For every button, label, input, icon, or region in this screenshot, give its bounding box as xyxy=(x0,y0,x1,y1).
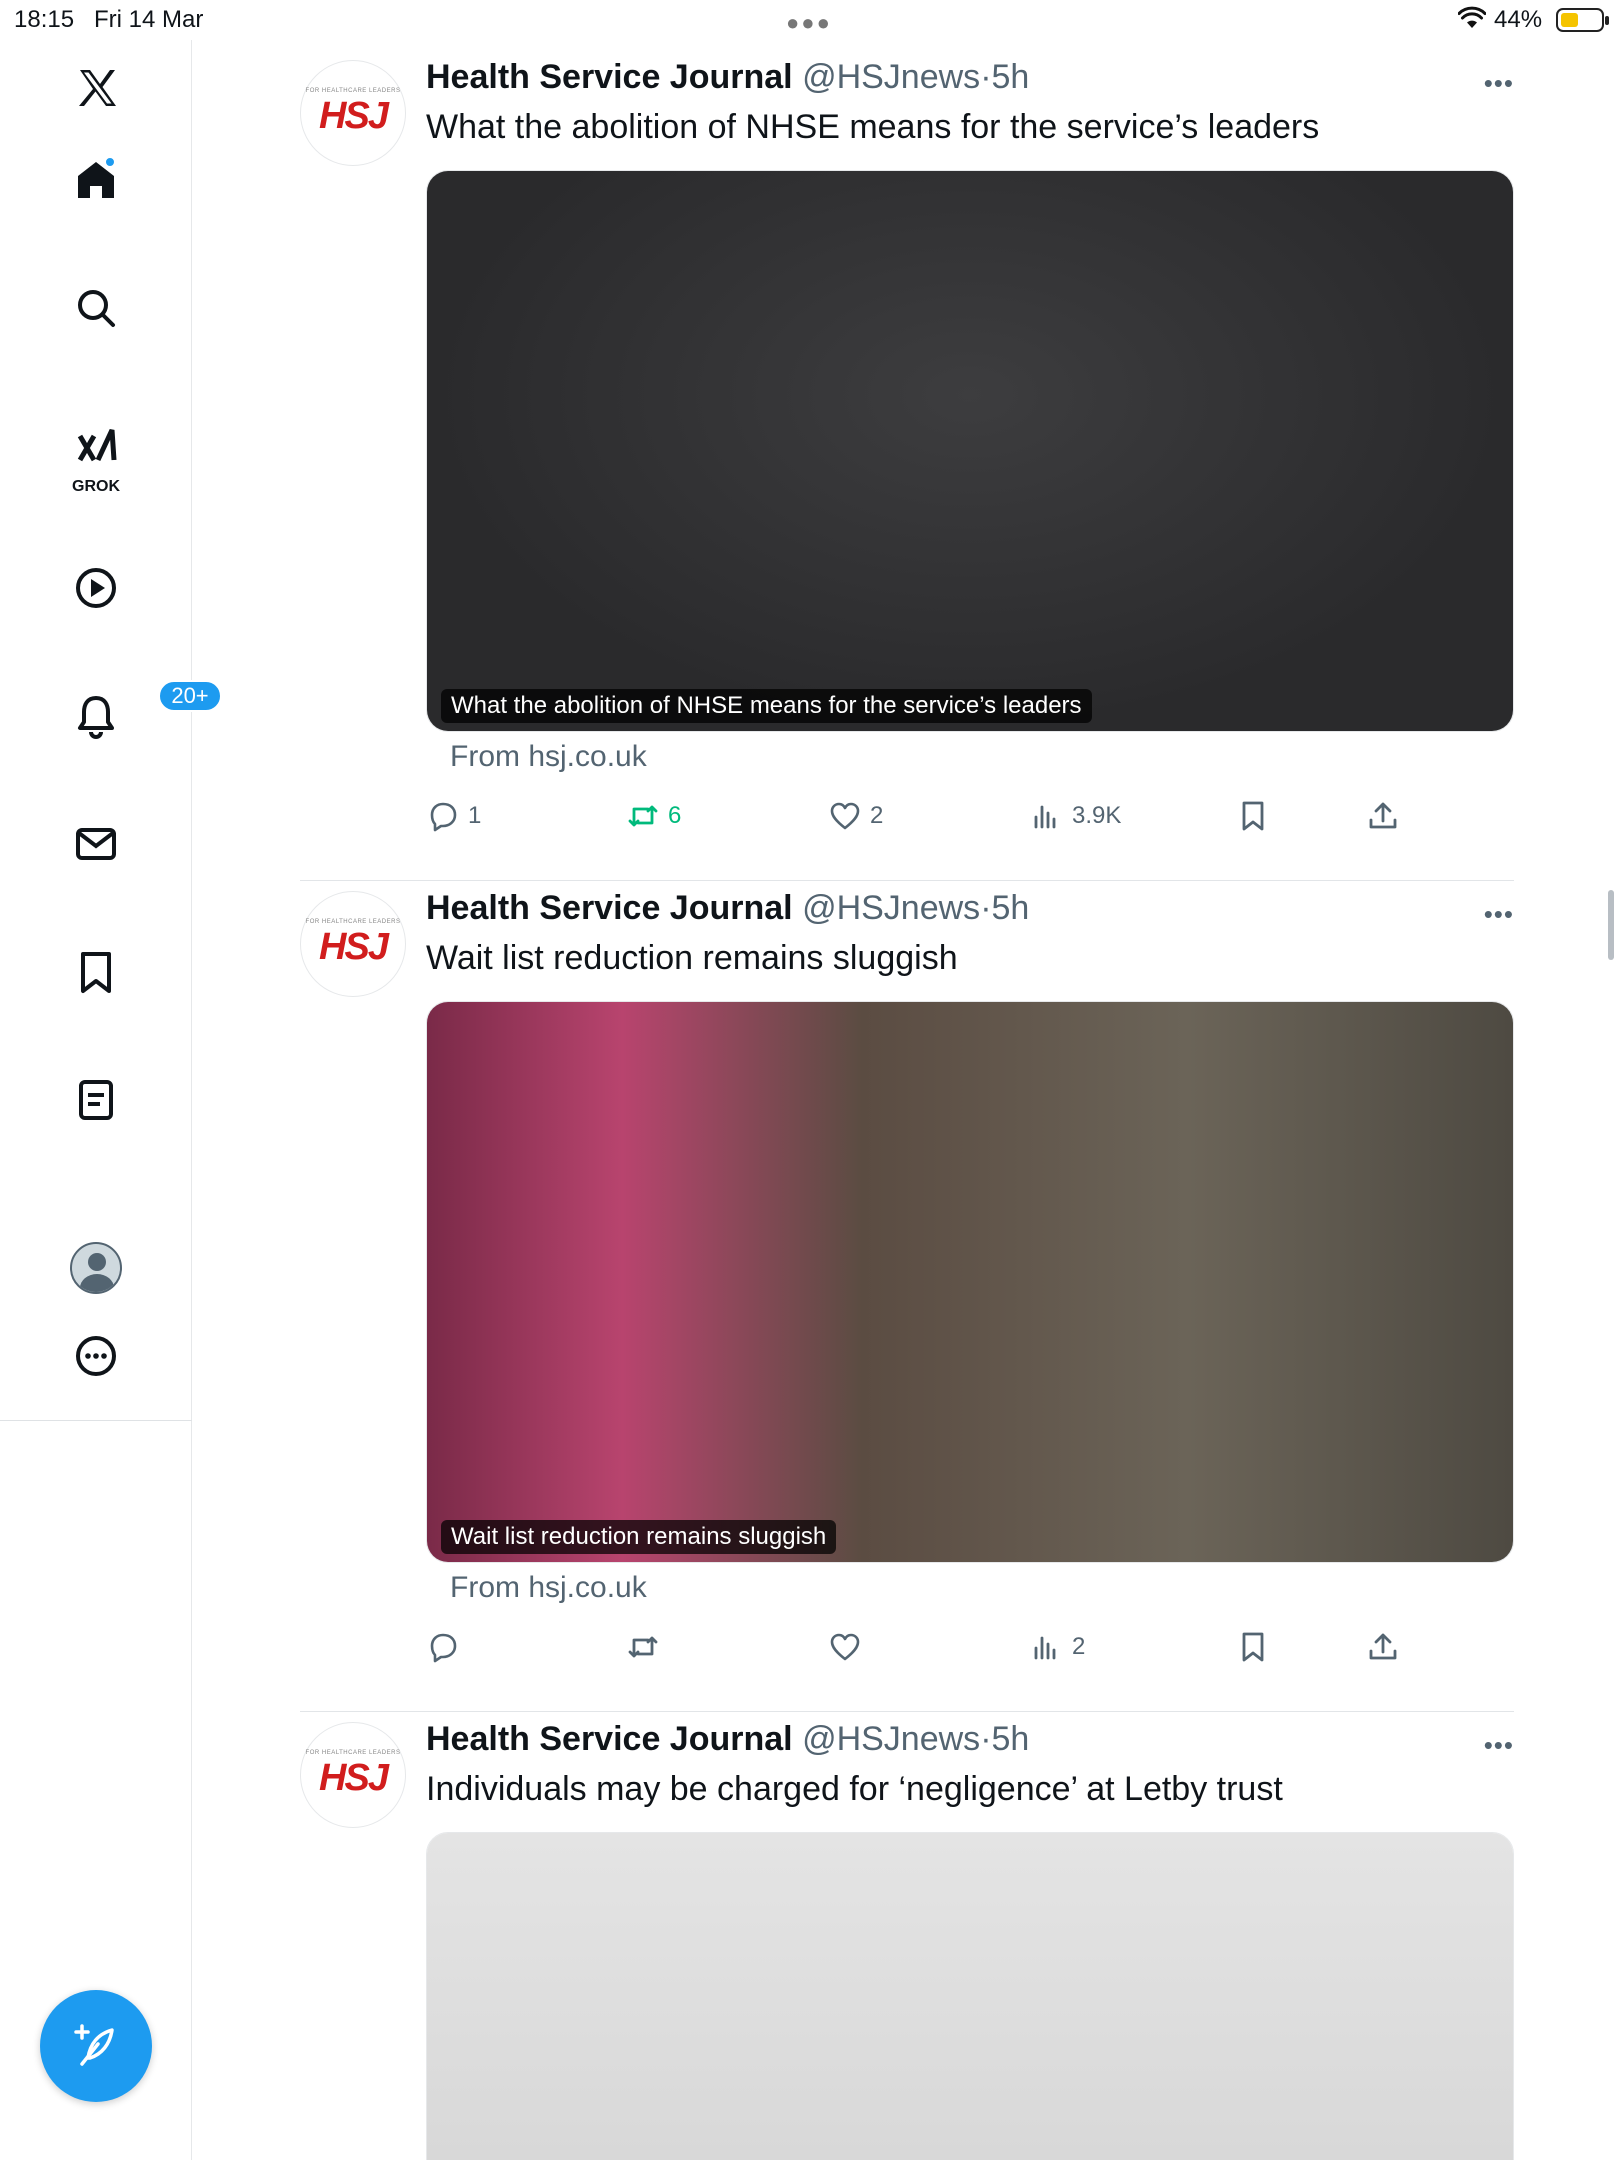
tweet-divider xyxy=(300,1711,1514,1712)
reply-count: 1 xyxy=(468,802,482,829)
hsj-logo: HSJ xyxy=(319,926,389,968)
tweet-header: Health Service Journal @HSJnews·5h xyxy=(426,889,1029,928)
like-count: 2 xyxy=(870,802,884,829)
link-card-image[interactable]: Wait list reduction remains sluggish xyxy=(426,1001,1514,1563)
post-time[interactable]: 5h xyxy=(992,889,1030,927)
share-button[interactable] xyxy=(1366,794,1400,838)
status-date: Fri 14 Mar xyxy=(94,6,204,33)
link-source[interactable]: From hsj.co.uk xyxy=(450,1571,647,1605)
more-icon[interactable] xyxy=(70,1330,122,1382)
link-card-image[interactable]: What the abolition of NHSE means for the… xyxy=(426,170,1514,732)
author-avatar[interactable]: FOR HEALTHCARE LEADERS HSJ xyxy=(300,60,406,166)
views-icon xyxy=(1034,1636,1056,1660)
like-button[interactable]: 2 xyxy=(828,794,883,838)
reply-icon xyxy=(430,802,457,832)
article-photo xyxy=(427,171,1513,731)
bookmark-button[interactable] xyxy=(1236,1625,1270,1669)
article-photo xyxy=(427,1002,1513,1562)
views-count: 2 xyxy=(1072,1633,1086,1660)
tweet-text: Wait list reduction remains sluggish xyxy=(426,939,958,977)
tweet-actions: 2 xyxy=(426,1625,1514,1669)
views-count: 3.9K xyxy=(1072,802,1122,829)
article-photo xyxy=(427,1833,1513,2160)
tweet-actions: 1 6 2 3.9K xyxy=(426,794,1514,838)
author-avatar[interactable]: FOR HEALTHCARE LEADERS HSJ xyxy=(300,1722,406,1828)
tweet-text: What the abolition of NHSE means for the… xyxy=(426,108,1320,146)
compose-post-button[interactable] xyxy=(40,1990,152,2102)
author-handle[interactable]: @HSJnews xyxy=(802,1720,980,1758)
home-icon[interactable] xyxy=(70,154,122,206)
bookmarks-icon[interactable] xyxy=(70,946,122,998)
avatar-tagline: FOR HEALTHCARE LEADERS xyxy=(305,919,401,925)
more-options-icon[interactable]: ••• xyxy=(1484,1730,1514,1761)
views-button[interactable]: 2 xyxy=(1030,1625,1085,1669)
reply-button[interactable]: 1 xyxy=(426,794,481,838)
bookmark-button[interactable] xyxy=(1236,794,1270,838)
battery-percent: 44% xyxy=(1494,6,1543,33)
like-button[interactable] xyxy=(828,1625,870,1669)
more-options-icon[interactable]: ••• xyxy=(1484,68,1514,99)
sidebar: GROK 20+ xyxy=(0,40,222,2160)
link-card-image[interactable] xyxy=(426,1832,1514,2160)
views-icon xyxy=(1034,805,1056,829)
battery-icon xyxy=(1556,8,1609,32)
profile-avatar[interactable] xyxy=(70,1242,122,1294)
sidebar-divider xyxy=(0,1420,192,1421)
heart-icon xyxy=(830,802,860,830)
heart-icon xyxy=(830,1633,860,1661)
repost-button[interactable] xyxy=(626,1625,668,1669)
reply-button[interactable] xyxy=(426,1625,468,1669)
video-icon[interactable] xyxy=(70,562,122,614)
status-time: 18:15 xyxy=(14,6,75,33)
feather-plus-icon xyxy=(74,2024,114,2066)
separator-dot: · xyxy=(980,58,992,96)
search-icon[interactable] xyxy=(70,282,122,334)
author-name[interactable]: Health Service Journal xyxy=(426,889,793,927)
repost-button[interactable]: 6 xyxy=(626,794,681,838)
share-icon xyxy=(1369,1633,1397,1660)
tweet-header: Health Service Journal @HSJnews·5h xyxy=(426,58,1029,97)
tweet-header: Health Service Journal @HSJnews·5h xyxy=(426,1720,1029,1759)
multitasking-dots-icon[interactable]: ●●● xyxy=(786,10,832,36)
link-source[interactable]: From hsj.co.uk xyxy=(450,740,647,774)
avatar-tagline: FOR HEALTHCARE LEADERS xyxy=(305,88,401,94)
wifi-icon xyxy=(1458,6,1486,28)
new-posts-dot xyxy=(104,156,116,168)
share-button[interactable] xyxy=(1366,1625,1400,1669)
more-options-icon[interactable]: ••• xyxy=(1484,899,1514,930)
post-time[interactable]: 5h xyxy=(992,58,1030,96)
separator-dot: · xyxy=(980,889,992,927)
bookmark-icon xyxy=(1242,801,1264,831)
author-avatar[interactable]: FOR HEALTHCARE LEADERS HSJ xyxy=(300,891,406,997)
status-bar: 18:15 Fri 14 Mar ●●● 44% xyxy=(0,0,1620,40)
repost-count: 6 xyxy=(668,802,682,829)
views-button[interactable]: 3.9K xyxy=(1030,794,1121,838)
notification-count-badge: 20+ xyxy=(158,680,222,712)
avatar-tagline: FOR HEALTHCARE LEADERS xyxy=(305,1750,401,1756)
separator-dot: · xyxy=(980,1720,992,1758)
author-name[interactable]: Health Service Journal xyxy=(426,58,793,96)
notifications-icon[interactable]: 20+ xyxy=(70,680,222,742)
messages-icon[interactable] xyxy=(70,818,122,870)
lists-icon[interactable] xyxy=(70,1074,122,1126)
hsj-logo: HSJ xyxy=(319,1757,389,1799)
link-card-title: What the abolition of NHSE means for the… xyxy=(441,689,1092,723)
grok-label: GROK xyxy=(72,478,120,495)
author-name[interactable]: Health Service Journal xyxy=(426,1720,793,1758)
x-logo-icon[interactable] xyxy=(70,62,122,114)
author-handle[interactable]: @HSJnews xyxy=(802,58,980,96)
grok-icon[interactable] xyxy=(70,422,122,474)
post-time[interactable]: 5h xyxy=(992,1720,1030,1758)
link-card-title: Wait list reduction remains sluggish xyxy=(441,1520,837,1554)
repost-icon xyxy=(628,1636,658,1658)
author-handle[interactable]: @HSJnews xyxy=(802,889,980,927)
share-icon xyxy=(1369,802,1397,829)
bookmark-icon xyxy=(1242,1632,1264,1662)
repost-icon xyxy=(628,805,658,827)
reply-icon xyxy=(430,1633,457,1663)
scrollbar[interactable] xyxy=(1608,890,1614,960)
tweet-divider xyxy=(300,880,1514,881)
hsj-logo: HSJ xyxy=(319,95,389,137)
tweet-text: Individuals may be charged for ‘negligen… xyxy=(426,1770,1283,1808)
